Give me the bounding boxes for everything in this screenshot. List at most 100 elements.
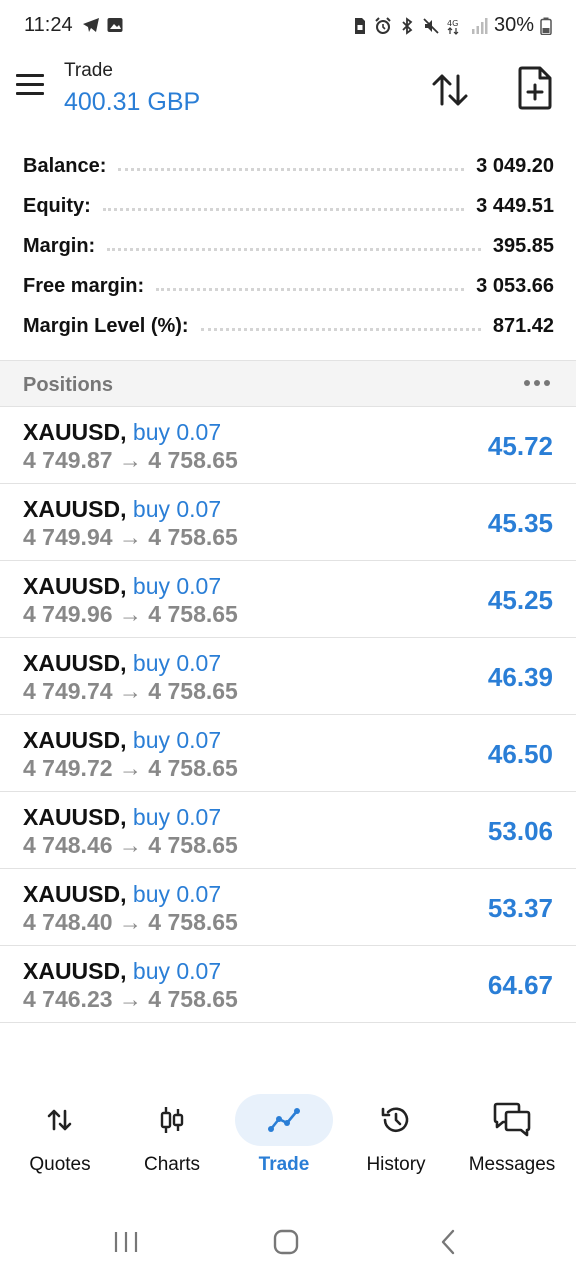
network-4g-icon: 4G xyxy=(447,19,459,35)
status-left-icons xyxy=(82,16,124,34)
sort-button[interactable] xyxy=(430,70,472,110)
position-profit: 45.72 xyxy=(487,431,553,461)
menu-button[interactable] xyxy=(16,74,48,102)
position-row[interactable]: XAUUSD, buy 0.07 4 748.40 → 4 758.65 53.… xyxy=(0,869,576,946)
alarm-icon xyxy=(375,16,391,34)
position-symbol: XAUUSD, xyxy=(23,881,127,907)
sort-icon xyxy=(432,74,468,106)
nav-icon-container xyxy=(463,1094,561,1146)
telegram-icon xyxy=(83,18,99,32)
quotes-icon xyxy=(47,1109,72,1131)
position-side: buy 0.07 xyxy=(132,419,222,445)
position-row[interactable]: XAUUSD, buy 0.07 4 749.74 → 4 758.65 46.… xyxy=(0,638,576,715)
position-symbol: XAUUSD, xyxy=(23,650,127,676)
position-row[interactable]: XAUUSD, buy 0.07 4 749.96 → 4 758.65 45.… xyxy=(0,561,576,638)
position-row[interactable]: XAUUSD, buy 0.07 4 749.94 → 4 758.65 45.… xyxy=(0,484,576,561)
nav-icon-container xyxy=(11,1094,109,1146)
position-title: XAUUSD, buy 0.07 xyxy=(23,881,221,908)
dotted-leader xyxy=(107,247,481,251)
position-prices: 4 749.87 → 4 758.65 xyxy=(23,447,238,473)
position-profit: 46.39 xyxy=(487,662,553,692)
position-symbol: XAUUSD, xyxy=(23,419,127,445)
position-profit: 53.06 xyxy=(487,816,553,846)
battery-icon xyxy=(540,17,552,35)
new-order-icon xyxy=(518,66,552,110)
position-title: XAUUSD, buy 0.07 xyxy=(23,650,221,677)
position-row[interactable]: XAUUSD, buy 0.07 4 748.46 → 4 758.65 53.… xyxy=(0,792,576,869)
signal-icon xyxy=(471,17,488,34)
nav-icon-container xyxy=(347,1094,445,1146)
nav-item-history[interactable]: History xyxy=(344,1088,448,1188)
back-icon xyxy=(441,1229,455,1255)
account-summary: Balance: 3 049.20 Equity: 3 449.51 Margi… xyxy=(0,146,576,346)
header-profit-amount: 400.31 GBP xyxy=(64,88,201,116)
summary-label: Margin: xyxy=(23,234,96,257)
menu-icon-line xyxy=(16,92,44,95)
position-row[interactable]: XAUUSD, buy 0.07 4 749.72 → 4 758.65 46.… xyxy=(0,715,576,792)
recent-apps-icon xyxy=(114,1232,138,1252)
status-time: 11:24 xyxy=(24,14,73,36)
position-symbol: XAUUSD, xyxy=(23,573,127,599)
dotted-leader xyxy=(156,287,465,291)
position-profit: 64.67 xyxy=(487,970,553,1000)
bluetooth-icon xyxy=(402,16,413,35)
summary-row-margin-level: Margin Level (%): 871.42 xyxy=(0,306,576,346)
summary-value: 3 049.20 xyxy=(476,154,554,177)
summary-value: 871.42 xyxy=(492,314,554,337)
nav-icon-container xyxy=(235,1094,333,1146)
app-header: Trade 400.31 GBP xyxy=(0,52,576,130)
nav-item-messages[interactable]: Messages xyxy=(448,1088,576,1188)
summary-label: Margin Level (%): xyxy=(23,314,189,337)
status-right: 4G 30% xyxy=(350,14,552,37)
position-prices: 4 748.46 → 4 758.65 xyxy=(23,832,238,858)
nav-item-trade[interactable]: Trade xyxy=(224,1088,344,1188)
summary-value: 3 053.66 xyxy=(476,274,554,297)
nav-label: History xyxy=(366,1154,426,1175)
position-row[interactable]: XAUUSD, buy 0.07 4 749.87 → 4 758.65 45.… xyxy=(0,407,576,484)
position-side: buy 0.07 xyxy=(132,496,222,522)
summary-value: 395.85 xyxy=(492,234,554,257)
summary-label: Equity: xyxy=(23,194,91,217)
position-profit: 53.37 xyxy=(487,893,553,923)
position-prices: 4 749.74 → 4 758.65 xyxy=(23,678,238,704)
position-title: XAUUSD, buy 0.07 xyxy=(23,573,221,600)
dotted-leader xyxy=(200,327,481,331)
bottom-nav: Quotes Charts Trade History Messages xyxy=(0,1088,576,1188)
battery-percentage: 30% xyxy=(493,14,534,36)
position-title: XAUUSD, buy 0.07 xyxy=(23,496,221,523)
position-row[interactable]: XAUUSD, buy 0.07 4 746.23 → 4 758.65 64.… xyxy=(0,946,576,1023)
charts-icon xyxy=(160,1107,184,1133)
position-profit: 45.35 xyxy=(487,508,553,538)
position-prices: 4 749.72 → 4 758.65 xyxy=(23,755,238,781)
system-nav-bar xyxy=(0,1208,576,1280)
nav-label: Quotes xyxy=(29,1154,91,1175)
menu-icon-line xyxy=(16,74,44,77)
position-symbol: XAUUSD, xyxy=(23,727,127,753)
more-options-button[interactable] xyxy=(522,371,552,395)
page-title: Trade xyxy=(64,60,113,81)
position-prices: 4 749.96 → 4 758.65 xyxy=(23,601,238,627)
position-side: buy 0.07 xyxy=(132,650,222,676)
position-side: buy 0.07 xyxy=(132,958,222,984)
sim-icon xyxy=(354,17,365,34)
new-order-button[interactable] xyxy=(516,66,554,110)
summary-row-equity: Equity: 3 449.51 xyxy=(0,186,576,226)
recent-apps-button[interactable] xyxy=(106,1222,146,1262)
nav-item-quotes[interactable]: Quotes xyxy=(0,1088,120,1188)
dotted-leader xyxy=(118,167,465,171)
nav-item-charts[interactable]: Charts xyxy=(120,1088,224,1188)
trade-icon xyxy=(268,1108,300,1132)
gallery-icon xyxy=(107,18,123,32)
position-symbol: XAUUSD, xyxy=(23,804,127,830)
svg-text:4G: 4G xyxy=(447,19,458,28)
nav-icon-container xyxy=(123,1094,221,1146)
position-side: buy 0.07 xyxy=(132,804,222,830)
status-bar: 11:24 4G 30% xyxy=(0,0,576,52)
position-side: buy 0.07 xyxy=(132,573,222,599)
history-icon xyxy=(381,1107,409,1133)
back-button[interactable] xyxy=(428,1222,468,1262)
summary-value: 3 449.51 xyxy=(476,194,554,217)
home-button[interactable] xyxy=(266,1222,306,1262)
position-title: XAUUSD, buy 0.07 xyxy=(23,804,221,831)
position-prices: 4 749.94 → 4 758.65 xyxy=(23,524,238,550)
